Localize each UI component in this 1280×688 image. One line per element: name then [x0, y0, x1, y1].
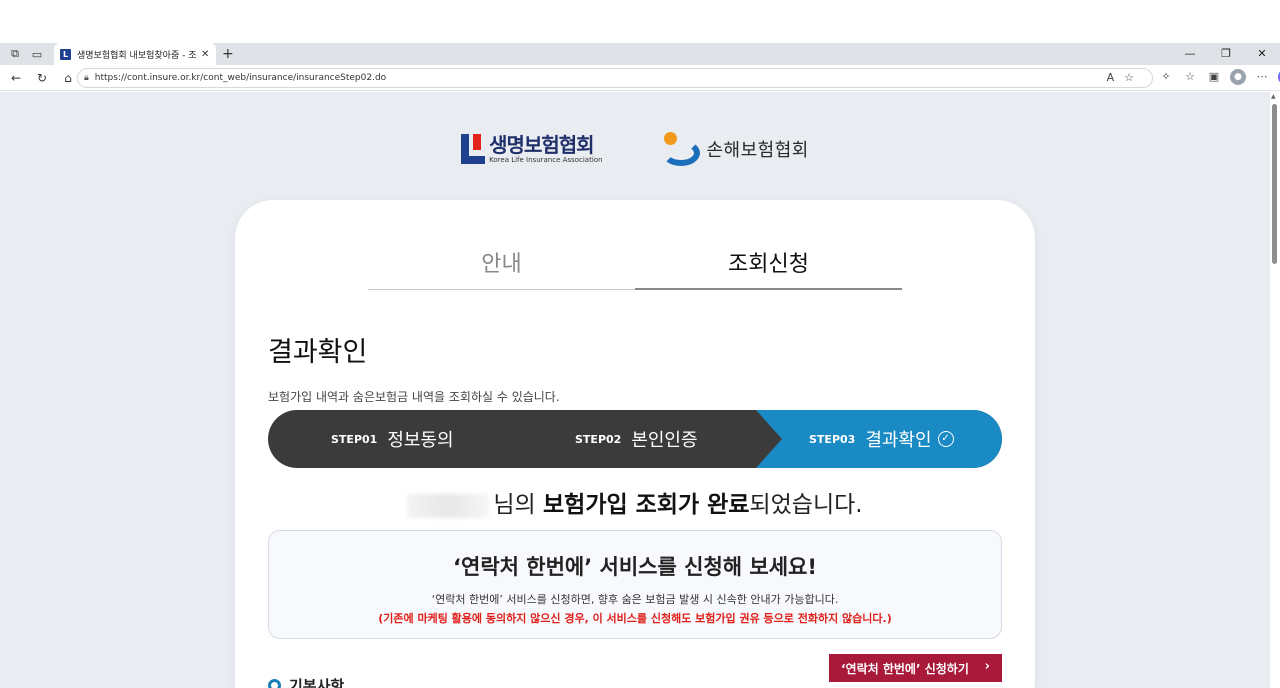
- top-blank-area: [0, 0, 1280, 43]
- life-logo-sub: Korea Life Insurance Association: [489, 155, 603, 164]
- browser-tab-bar: ⧉ ▭ L 생명보험협회 내보험찾아줌 - 조회 ✕ + — ❐ ✕: [0, 43, 1280, 65]
- scrollbar[interactable]: ▲: [1270, 92, 1280, 688]
- apply-button-label: ‘연락처 한번에’ 신청하기: [841, 661, 969, 676]
- nonlife-insurance-logo[interactable]: 손해보험협회: [662, 132, 808, 166]
- step-2-name: 본인인증: [631, 430, 698, 451]
- tab-guide[interactable]: 안내: [368, 240, 635, 290]
- promo-description: ‘연락처 한번에’ 서비스를 신청하면, 향후 숨은 보험금 발생 시 신속한 …: [431, 593, 839, 606]
- step-3: STEP03 결과확인 ✓: [809, 410, 954, 468]
- page-tabs: 안내 조회신청: [368, 240, 902, 290]
- complete-message: 님의 보험가입 조회가 완료되었습니다.: [235, 485, 1035, 519]
- workspaces-icon[interactable]: ⧉: [8, 47, 22, 61]
- section-bullet-icon: [268, 679, 281, 688]
- life-logo-mark-icon: [461, 134, 486, 164]
- tab-apply[interactable]: 조회신청: [635, 240, 902, 290]
- step-1-no: STEP01: [331, 432, 378, 446]
- step-progress: STEP01 정보동의 STEP02 본인인증 STEP03 결과확인 ✓: [268, 410, 1002, 468]
- browser-tab-active[interactable]: L 생명보험협회 내보험찾아줌 - 조회 ✕: [54, 43, 216, 65]
- complete-suffix-a: 님의: [493, 492, 544, 518]
- nonlife-logo-name: 손해보험협회: [706, 140, 809, 161]
- favorites-icon[interactable]: ☆: [1182, 69, 1198, 85]
- close-icon[interactable]: ✕: [201, 49, 209, 60]
- step-2-no: STEP02: [575, 432, 622, 446]
- step-1: STEP01 정보동의: [331, 410, 454, 468]
- main-card: 안내 조회신청 결과확인 보험가입 내역과 숨은보험금 내역을 조회하실 수 있…: [235, 200, 1035, 688]
- section-label: 기본사항: [289, 677, 345, 688]
- tab-title: 생명보험협회 내보험찾아줌 - 조회: [77, 50, 197, 61]
- promo-title: ‘연락처 한번에’ 서비스를 신청해 보세요!: [453, 555, 817, 579]
- back-icon[interactable]: ←: [6, 71, 26, 85]
- step-3-name: 결과확인: [865, 430, 932, 451]
- step-arrow: [756, 410, 782, 468]
- scroll-up-icon[interactable]: ▲: [1271, 93, 1276, 100]
- section-basic-info: 기본사항: [268, 675, 344, 688]
- page-viewport: 생명보험협회 Korea Life Insurance Association …: [0, 92, 1270, 688]
- more-menu-icon[interactable]: ⋯: [1254, 69, 1270, 85]
- check-circle-icon: ✓: [937, 431, 954, 447]
- step-2: STEP02 본인인증: [575, 410, 698, 468]
- new-tab-icon[interactable]: +: [222, 46, 234, 62]
- favicon-icon: L: [60, 48, 71, 60]
- browser-toolbar: ✧ ☆ ▣ ● ⋯: [1158, 69, 1280, 85]
- url-field[interactable]: 🔒︎ https://cont.insure.or.kr/cont_web/in…: [77, 68, 1153, 88]
- page-description: 보험가입 내역과 숨은보험금 내역을 조회하실 수 있습니다.: [268, 390, 560, 404]
- address-bar: ← ↻ ⌂ 🔒︎ https://cont.insure.or.kr/cont_…: [0, 65, 1280, 91]
- scrollbar-thumb[interactable]: [1272, 104, 1277, 264]
- collections-icon[interactable]: ▣: [1206, 69, 1222, 85]
- window-controls: — ❐ ✕: [1172, 43, 1280, 65]
- nonlife-logo-mark-icon: [662, 132, 701, 166]
- profile-avatar-icon[interactable]: ●: [1230, 69, 1246, 85]
- page-title: 결과확인: [268, 337, 368, 368]
- minimize-icon[interactable]: —: [1172, 43, 1208, 65]
- promo-warning: (기존에 마케팅 활용에 동의하지 않으신 경우, 이 서비스를 신청해도 보험…: [378, 612, 892, 625]
- restore-icon[interactable]: ❐: [1208, 43, 1244, 65]
- extensions-icon[interactable]: ✧: [1158, 69, 1174, 85]
- logo-header: 생명보험협회 Korea Life Insurance Association …: [0, 132, 1270, 166]
- complete-suffix-b: 되었습니다.: [749, 492, 863, 518]
- window-close-icon[interactable]: ✕: [1244, 43, 1280, 65]
- contact-apply-button[interactable]: ‘연락처 한번에’ 신청하기 ›: [829, 654, 1002, 682]
- refresh-icon[interactable]: ↻: [32, 71, 52, 85]
- chevron-right-icon: ›: [984, 659, 990, 674]
- home-icon[interactable]: ⌂: [58, 71, 78, 85]
- complete-bold: 보험가입 조회가 완료: [543, 492, 750, 518]
- step-3-no: STEP03: [809, 432, 856, 446]
- url-text: https://cont.insure.or.kr/cont_web/insur…: [94, 73, 387, 83]
- tab-actions-icon[interactable]: ▭: [30, 47, 44, 61]
- blurred-user-name: [407, 493, 490, 518]
- step-1-name: 정보동의: [387, 430, 454, 451]
- lock-icon[interactable]: 🔒︎: [84, 73, 89, 83]
- contact-service-promo: ‘연락처 한번에’ 서비스를 신청해 보세요! ‘연락처 한번에’ 서비스를 신…: [268, 530, 1002, 639]
- read-aloud-favorite-icons[interactable]: A☆: [1107, 71, 1144, 84]
- life-logo-name: 생명보험협회: [489, 132, 594, 157]
- life-insurance-logo[interactable]: 생명보험협회 Korea Life Insurance Association: [461, 134, 602, 165]
